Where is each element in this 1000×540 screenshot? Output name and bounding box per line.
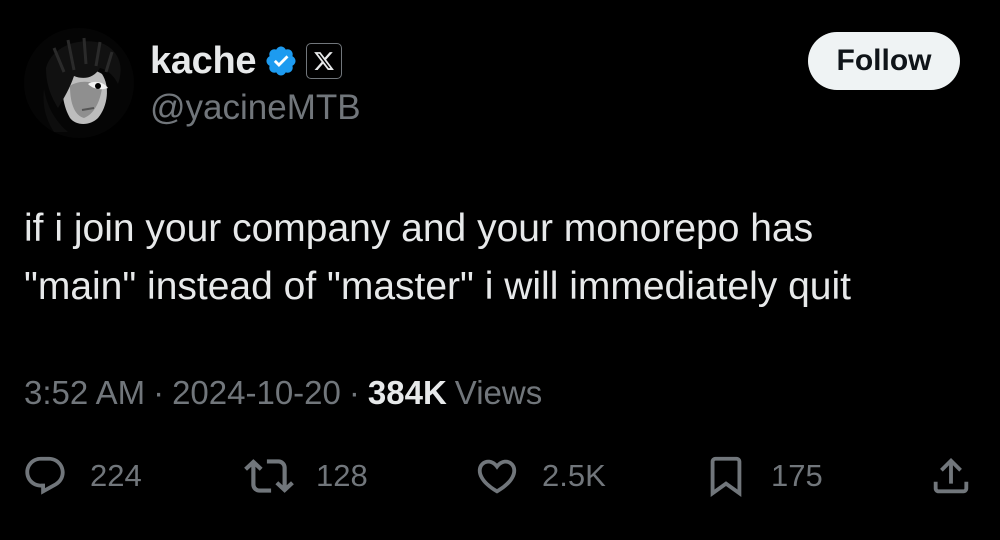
- verified-badge-icon: [264, 44, 298, 78]
- heart-icon: [477, 459, 517, 494]
- tweet-meta: 3:52 AM · 2024-10-20 · 384K Views: [24, 374, 542, 412]
- reply-button[interactable]: 224: [22, 448, 142, 504]
- share-button[interactable]: [928, 448, 974, 504]
- views-label: Views: [454, 374, 543, 411]
- reply-count: 224: [90, 458, 142, 493]
- action-bar: 224 128 2.5K 175: [0, 448, 1000, 504]
- meta-separator: ·: [153, 374, 165, 411]
- share-icon: [933, 457, 969, 494]
- x-logo-icon: [306, 43, 343, 79]
- retweet-icon: [244, 459, 294, 493]
- tweet-date[interactable]: 2024-10-20: [172, 374, 341, 412]
- bookmark-button[interactable]: 175: [703, 448, 823, 504]
- meta-separator: ·: [348, 374, 360, 411]
- author-name-row: kache: [150, 38, 343, 84]
- author-display-name[interactable]: kache: [150, 40, 257, 83]
- retweet-button[interactable]: 128: [244, 448, 368, 504]
- bookmark-count: 175: [771, 458, 823, 493]
- follow-button[interactable]: Follow: [808, 32, 960, 90]
- author-handle[interactable]: @yacineMTB: [150, 88, 361, 128]
- retweet-count: 128: [316, 458, 368, 493]
- avatar-image: [24, 28, 134, 138]
- like-count: 2.5K: [542, 458, 606, 493]
- bookmark-icon: [710, 456, 742, 497]
- avatar[interactable]: [24, 28, 134, 138]
- reply-icon: [25, 456, 65, 495]
- like-button[interactable]: 2.5K: [474, 448, 606, 504]
- views-count: 384K: [367, 374, 447, 411]
- tweet-card: kache @yacineMTB Follow if i join your c…: [0, 0, 1000, 540]
- tweet-time[interactable]: 3:52 AM: [24, 374, 145, 412]
- tweet-text: if i join your company and your monorepo…: [24, 207, 851, 308]
